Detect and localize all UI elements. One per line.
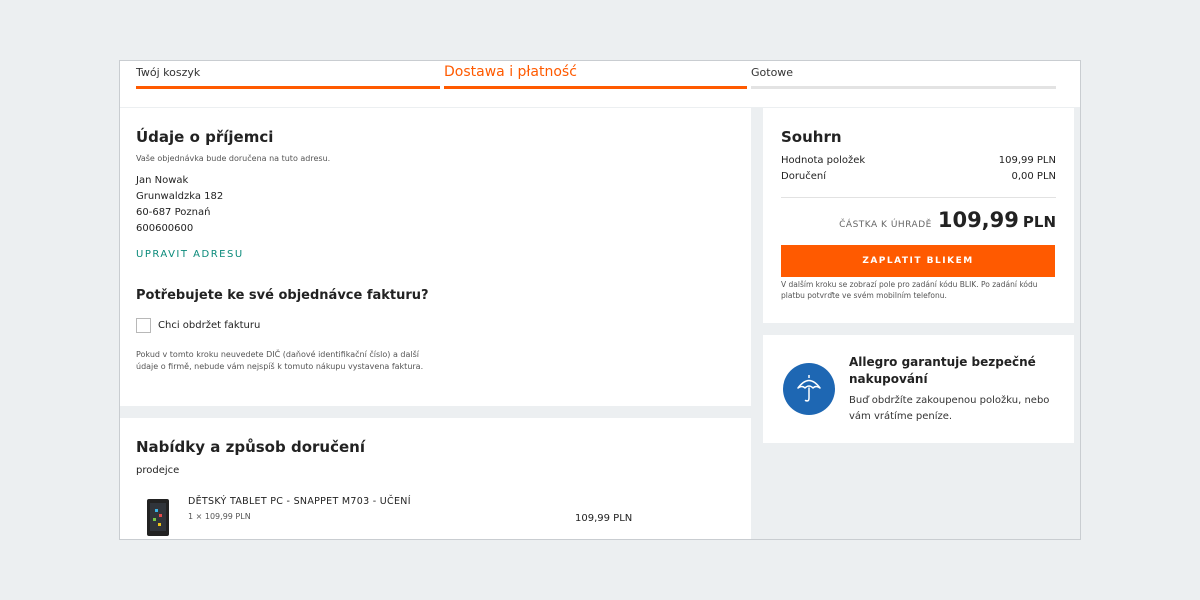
invoice-note: Pokud v tomto kroku neuvedete DIČ (daňov… — [136, 350, 424, 371]
guarantee-text: Buď obdržíte zakoupenou položku, nebo vá… — [849, 395, 1050, 422]
step-cart-label: Twój koszyk — [136, 66, 201, 79]
step-cart[interactable]: Twój koszyk — [136, 61, 440, 91]
summary-items-row: Hodnota položek 109,99 PLN — [781, 155, 1056, 166]
summary-shipping-row: Doručení 0,00 PLN — [781, 171, 1056, 182]
screen-dot — [158, 523, 161, 526]
recipient-name: Jan Nowak — [136, 175, 189, 186]
step-delivery[interactable]: Dostawa i płatność — [444, 61, 747, 91]
umbrella-svg — [797, 375, 821, 402]
amount-due: ČÁSTKA K ÚHRADĚ 109,99 PLN — [839, 208, 1056, 232]
step-done: Gotowe — [751, 61, 1056, 91]
guarantee-title: Allegro garantuje bezpečné nakupování — [849, 355, 1036, 386]
recipient-title: Údaje o příjemci — [136, 128, 274, 146]
seller-label[interactable]: prodejce — [136, 465, 179, 476]
invoice-checkbox[interactable] — [136, 318, 151, 333]
product-qty-price: 1 × 109,99 PLN — [188, 512, 251, 521]
amount-due-label: ČÁSTKA K ÚHRADĚ — [839, 220, 932, 230]
screen-dot — [153, 518, 156, 521]
amount-due-currency: PLN — [1022, 213, 1056, 231]
step-delivery-bar — [444, 86, 747, 89]
checkout-frame: Twój koszyk Dostawa i płatność Gotowe Úd… — [119, 60, 1081, 540]
product-thumbnail[interactable] — [147, 499, 169, 536]
screen-dot — [155, 509, 158, 512]
pay-with-blik-button[interactable]: ZAPLATIT BLIKEM — [781, 245, 1055, 277]
shipping-label: Doručení — [781, 171, 827, 182]
summary-title: Souhrn — [781, 128, 842, 146]
summary-card: Souhrn Hodnota položek 109,99 PLN Doruče… — [763, 108, 1074, 323]
shipping-value: 0,00 PLN — [1011, 171, 1056, 182]
recipient-phone: 600600600 — [136, 223, 194, 234]
recipient-street: Grunwaldzka 182 — [136, 191, 224, 202]
edit-address-link[interactable]: UPRAVIT ADRESU — [136, 249, 244, 260]
pay-note: V dalším kroku se zobrazí pole pro zadán… — [781, 280, 1038, 300]
guarantee-card: Allegro garantuje bezpečné nakupování Bu… — [763, 335, 1074, 443]
screen-dot — [159, 514, 162, 517]
step-cart-bar — [136, 86, 440, 89]
items-value: 109,99 PLN — [998, 155, 1056, 166]
tablet-screen — [150, 503, 166, 531]
items-label: Hodnota položek — [781, 155, 866, 166]
invoice-title: Potřebujete ke své objednávce fakturu? — [136, 288, 429, 303]
product-name[interactable]: DĚTSKÝ TABLET PC - SNAPPET M703 - UČENÍ — [188, 496, 411, 507]
recipient-note: Vaše objednávka bude doručena na tuto ad… — [136, 154, 331, 163]
amount-due-value: 109,99 — [937, 208, 1019, 232]
step-done-bar — [751, 86, 1056, 89]
umbrella-icon — [783, 363, 835, 415]
summary-divider — [781, 197, 1056, 198]
recipient-city: 60-687 Poznań — [136, 207, 211, 218]
delivery-title: Nabídky a způsob doručení — [136, 438, 365, 456]
recipient-card: Údaje o příjemci Vaše objednávka bude do… — [120, 108, 751, 406]
delivery-card: Nabídky a způsob doručení prodejce DĚTSK… — [120, 418, 751, 539]
step-delivery-label: Dostawa i płatność — [444, 64, 577, 80]
step-done-label: Gotowe — [751, 66, 794, 79]
invoice-checkbox-label[interactable]: Chci obdržet fakturu — [158, 320, 260, 331]
product-total: 109,99 PLN — [575, 513, 633, 524]
